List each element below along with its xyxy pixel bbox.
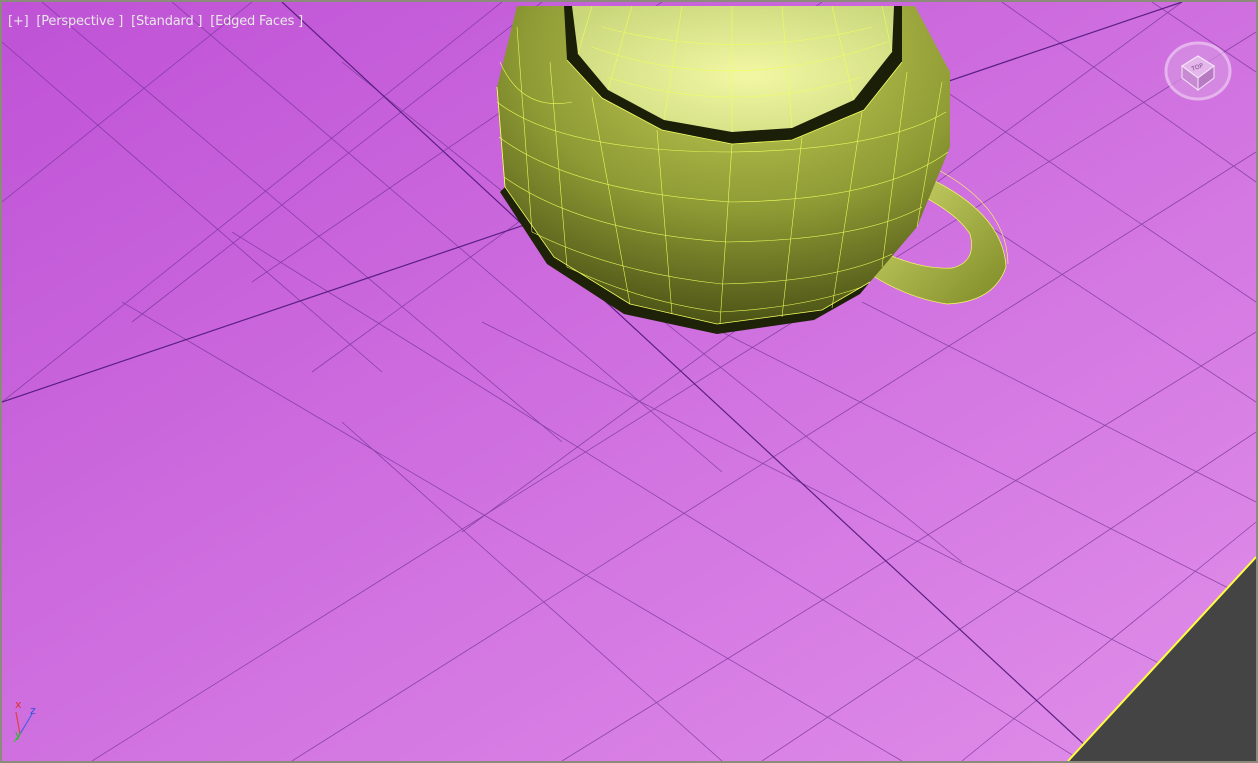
axis-z-label: z [30,704,36,717]
viewport-scene[interactable] [2,2,1256,761]
perspective-viewport[interactable]: [+] [Perspective ] [Standard ] [Edged Fa… [0,0,1258,763]
viewcube-icon[interactable]: TOP [1162,38,1234,104]
axis-y-label: y [15,728,22,741]
viewport-shading-label[interactable]: [Standard ] [131,14,202,29]
viewport-view-label[interactable]: [Perspective ] [36,14,123,29]
viewport-labels: [+] [Perspective ] [Standard ] [Edged Fa… [8,14,307,29]
viewport-display-label[interactable]: [Edged Faces ] [210,14,303,29]
viewport-menu-label[interactable]: [+] [8,14,29,29]
axis-tripod: x z y [10,698,46,748]
axis-x-label: x [15,698,22,711]
